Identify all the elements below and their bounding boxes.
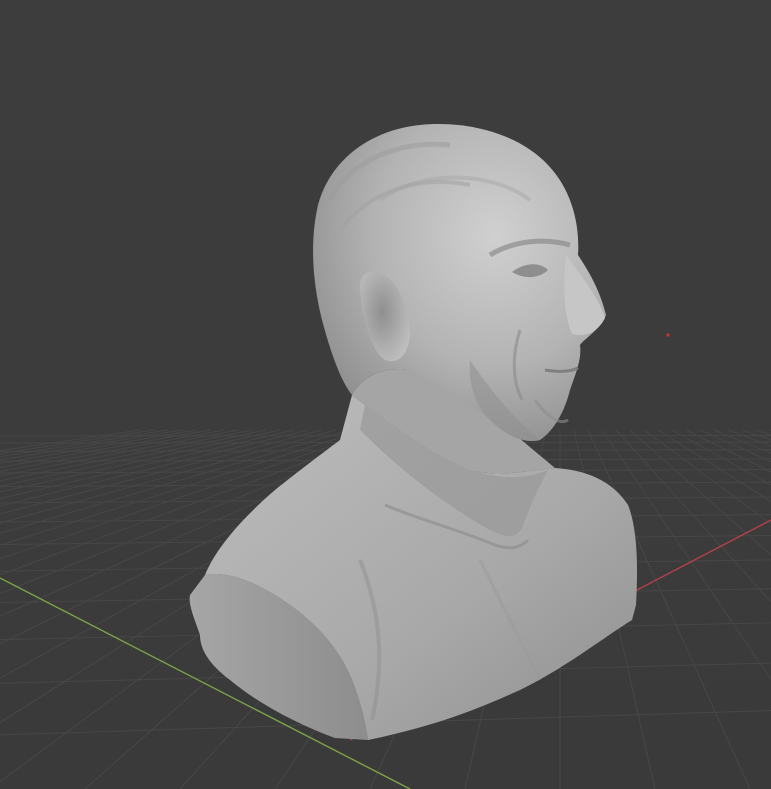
grid-line [643, 429, 771, 525]
grid-line [629, 429, 771, 556]
grid-line [671, 429, 771, 486]
grid-line [699, 429, 771, 463]
viewport-canvas[interactable] [0, 0, 771, 789]
grid-line [741, 429, 771, 441]
origin-point[interactable] [666, 333, 670, 337]
grid-line [727, 429, 771, 447]
grid-line [0, 429, 225, 472]
3d-viewport[interactable] [0, 0, 771, 789]
grid-line [657, 429, 771, 503]
grid-line [0, 429, 155, 455]
grid-line [615, 429, 771, 603]
grid-line [685, 429, 771, 473]
